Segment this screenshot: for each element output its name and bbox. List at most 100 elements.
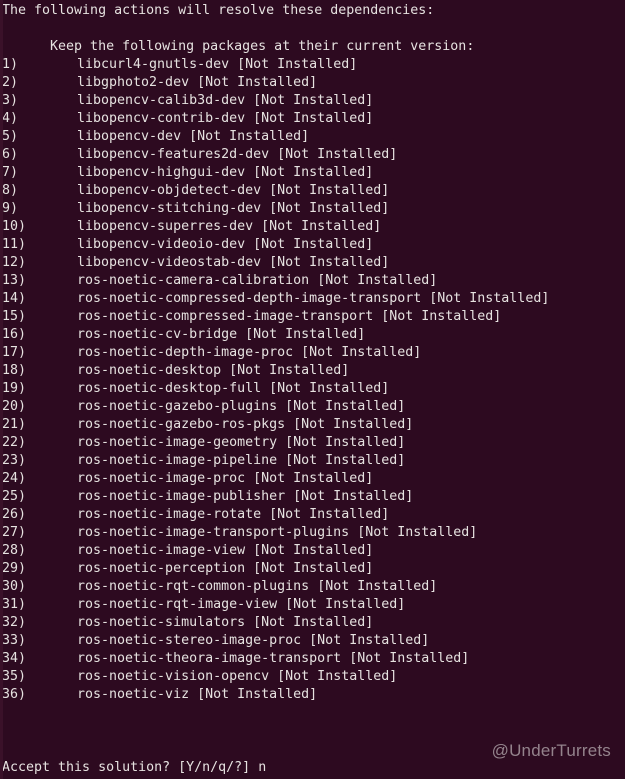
package-index: 23) bbox=[2, 453, 27, 468]
package-row: 1) libcurl4-gnutls-dev [Not Installed] bbox=[0, 56, 625, 74]
package-row: 12) libopencv-videostab-dev [Not Installe… bbox=[0, 254, 625, 272]
package-index: 36) bbox=[2, 687, 27, 702]
package-name: ros-noetic-desktop bbox=[77, 363, 222, 378]
package-index: 13) bbox=[2, 273, 27, 288]
package-separator bbox=[277, 597, 285, 612]
package-state: [Not Installed] bbox=[285, 597, 406, 612]
package-separator bbox=[245, 237, 253, 252]
package-state: [Not Installed] bbox=[357, 525, 478, 540]
package-index: 14) bbox=[2, 291, 27, 306]
package-state: [Not Installed] bbox=[253, 93, 374, 108]
package-state: [Not Installed] bbox=[269, 381, 390, 396]
package-state: [Not Installed] bbox=[277, 669, 398, 684]
package-row: 9) libopencv-stitching-dev [Not Installed… bbox=[0, 200, 625, 218]
package-index: 30) bbox=[2, 579, 27, 594]
package-name: ros-noetic-viz bbox=[77, 687, 190, 702]
package-separator bbox=[285, 417, 293, 432]
package-state: [Not Installed] bbox=[269, 201, 390, 216]
package-state: [Not Installed] bbox=[269, 255, 390, 270]
package-separator bbox=[301, 633, 309, 648]
package-state: [Not Installed] bbox=[253, 237, 374, 252]
package-row: 27) ros-noetic-image-transport-plugins [N… bbox=[0, 524, 625, 542]
package-row: 21) ros-noetic-gazebo-ros-pkgs [Not Insta… bbox=[0, 416, 625, 434]
package-row: 36) ros-noetic-viz [Not Installed] bbox=[0, 686, 625, 704]
package-index: 12) bbox=[2, 255, 27, 270]
package-state: [Not Installed] bbox=[253, 111, 374, 126]
package-index: 17) bbox=[2, 345, 27, 360]
package-state: [Not Installed] bbox=[253, 165, 374, 180]
package-index: 27) bbox=[2, 525, 27, 540]
package-state: [Not Installed] bbox=[253, 561, 374, 576]
package-name: ros-noetic-rqt-common-plugins bbox=[77, 579, 310, 594]
package-state: [Not Installed] bbox=[229, 363, 350, 378]
package-index: 32) bbox=[2, 615, 27, 630]
watermark: @UnderTurrets bbox=[491, 741, 611, 760]
terminal-window[interactable]: The following actions will resolve these… bbox=[0, 0, 625, 779]
package-row: 29) ros-noetic-perception [Not Installed] bbox=[0, 560, 625, 578]
package-row: 26) ros-noetic-image-rotate [Not Installe… bbox=[0, 506, 625, 524]
package-index: 29) bbox=[2, 561, 27, 576]
package-index: 2) bbox=[2, 75, 19, 90]
package-row: 19) ros-noetic-desktop-full [Not Installe… bbox=[0, 380, 625, 398]
package-name: libopencv-highgui-dev bbox=[77, 165, 246, 180]
package-row: 22) ros-noetic-image-geometry [Not Instal… bbox=[0, 434, 625, 452]
package-separator bbox=[245, 93, 253, 108]
package-state: [Not Installed] bbox=[301, 345, 422, 360]
package-index: 31) bbox=[2, 597, 27, 612]
package-row: 16) ros-noetic-cv-bridge [Not Installed] bbox=[0, 326, 625, 344]
package-index: 33) bbox=[2, 633, 27, 648]
package-state: [Not Installed] bbox=[429, 291, 550, 306]
package-index: 21) bbox=[2, 417, 27, 432]
package-state: [Not Installed] bbox=[277, 147, 398, 162]
package-row: 32) ros-noetic-simulators [Not Installed] bbox=[0, 614, 625, 632]
package-index: 8) bbox=[2, 183, 19, 198]
package-name: ros-noetic-image-geometry bbox=[77, 435, 278, 450]
package-name: libopencv-stitching-dev bbox=[77, 201, 262, 216]
package-index: 7) bbox=[2, 165, 19, 180]
package-name: ros-noetic-cv-bridge bbox=[77, 327, 238, 342]
package-name: ros-noetic-compressed-image-transport bbox=[77, 309, 374, 324]
terminal-output: The following actions will resolve these… bbox=[0, 2, 625, 704]
package-index: 24) bbox=[2, 471, 27, 486]
package-separator bbox=[261, 255, 269, 270]
package-index: 5) bbox=[2, 129, 19, 144]
package-index: 10) bbox=[2, 219, 27, 234]
prompt-line[interactable]: Accept this solution? [Y/n/q/?] n bbox=[2, 759, 266, 777]
package-name: ros-noetic-desktop-full bbox=[77, 381, 262, 396]
package-index: 26) bbox=[2, 507, 27, 522]
package-state: [Not Installed] bbox=[285, 453, 406, 468]
package-row: 15) ros-noetic-compressed-image-transport… bbox=[0, 308, 625, 326]
package-index: 25) bbox=[2, 489, 27, 504]
package-name: ros-noetic-image-publisher bbox=[77, 489, 286, 504]
section-heading: Keep the following packages at their cur… bbox=[2, 39, 475, 54]
package-row: 33) ros-noetic-stereo-image-proc [Not Ins… bbox=[0, 632, 625, 650]
package-state: [Not Installed] bbox=[309, 633, 430, 648]
package-separator bbox=[261, 381, 269, 396]
package-row: 31) ros-noetic-rqt-image-view [Not Instal… bbox=[0, 596, 625, 614]
package-separator bbox=[221, 363, 229, 378]
package-separator bbox=[293, 345, 301, 360]
package-separator bbox=[189, 75, 197, 90]
package-row: 3) libopencv-calib3d-dev [Not Installed] bbox=[0, 92, 625, 110]
package-state: [Not Installed] bbox=[253, 543, 374, 558]
package-name: ros-noetic-simulators bbox=[77, 615, 246, 630]
package-row: 25) ros-noetic-image-publisher [Not Insta… bbox=[0, 488, 625, 506]
package-separator bbox=[285, 489, 293, 504]
package-state: [Not Installed] bbox=[269, 183, 390, 198]
package-separator bbox=[245, 471, 253, 486]
package-name: ros-noetic-stereo-image-proc bbox=[77, 633, 302, 648]
package-name: ros-noetic-gazebo-plugins bbox=[77, 399, 278, 414]
package-index: 34) bbox=[2, 651, 27, 666]
package-state: [Not Installed] bbox=[285, 399, 406, 414]
package-state: [Not Installed] bbox=[245, 327, 366, 342]
package-state: [Not Installed] bbox=[197, 75, 318, 90]
package-row: 35) ros-noetic-vision-opencv [Not Install… bbox=[0, 668, 625, 686]
package-name: libgphoto2-dev bbox=[77, 75, 190, 90]
package-index: 11) bbox=[2, 237, 27, 252]
package-row: 11) libopencv-videoio-dev [Not Installed] bbox=[0, 236, 625, 254]
package-separator bbox=[181, 129, 189, 144]
package-index: 22) bbox=[2, 435, 27, 450]
package-name: libopencv-superres-dev bbox=[77, 219, 254, 234]
package-row: 14) ros-noetic-compressed-depth-image-tra… bbox=[0, 290, 625, 308]
package-state: [Not Installed] bbox=[189, 129, 310, 144]
